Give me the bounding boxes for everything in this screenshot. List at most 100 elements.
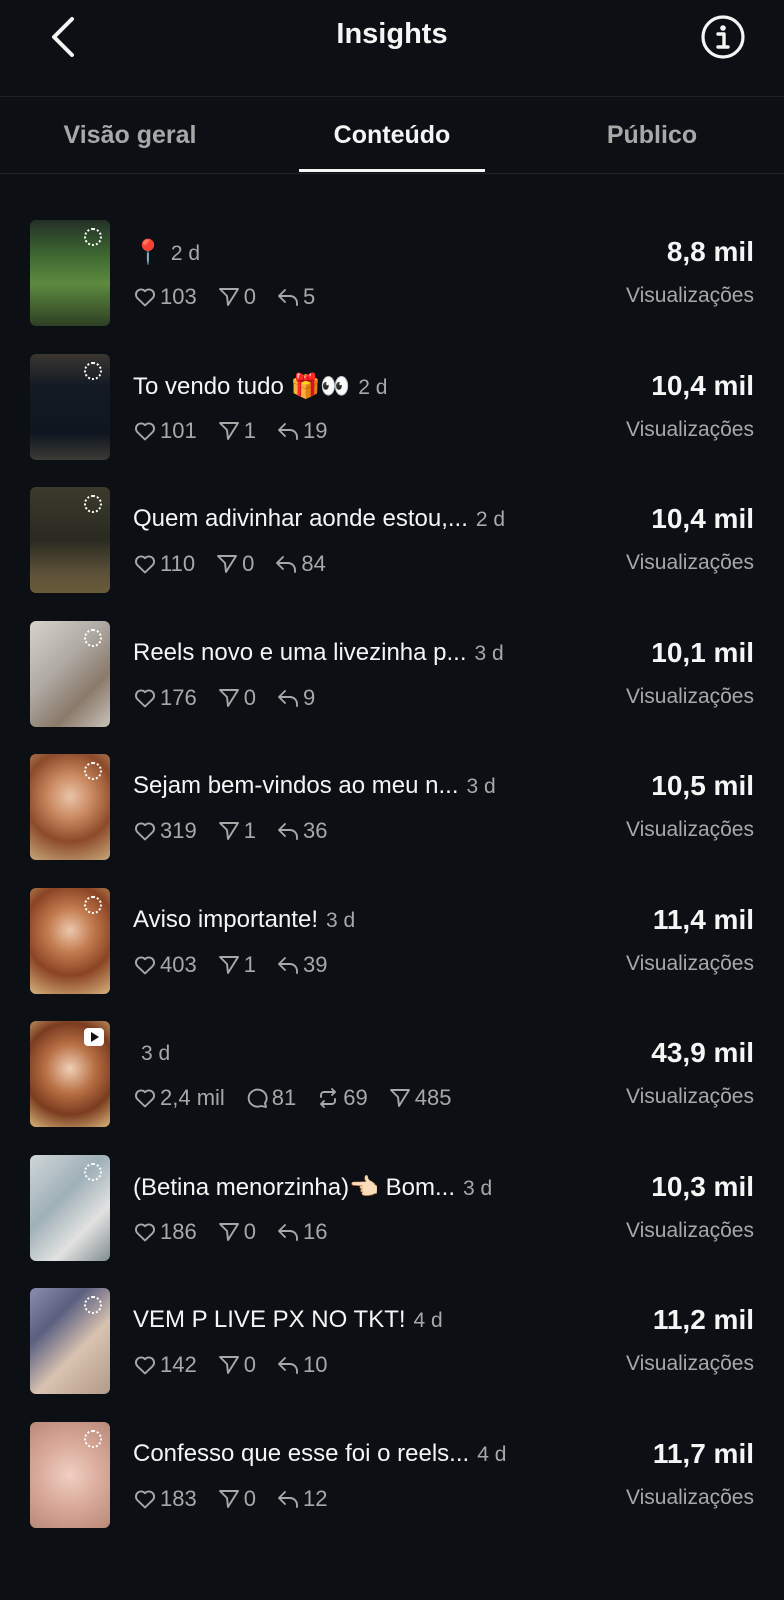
post-row[interactable]: To vendo tudo 🎁👀 2 d 101 1 19 10,4 mil Visuali… xyxy=(0,353,784,490)
send-icon xyxy=(218,688,239,707)
heart-icon xyxy=(135,1356,155,1375)
post-caption-line: Confesso que esse foi o reels... 4 d xyxy=(133,1440,563,1468)
post-row[interactable]: Aviso importante! 3 d 403 1 39 11,4 mil Visual… xyxy=(0,887,784,1024)
send-icon xyxy=(217,555,238,573)
post-thumbnail[interactable] xyxy=(30,754,110,860)
story-icon xyxy=(84,495,102,513)
story-icon xyxy=(84,1296,102,1314)
reposts-stat: 69 xyxy=(316,1085,368,1111)
post-thumbnail[interactable] xyxy=(30,887,110,994)
views-label: Visualizações xyxy=(625,1085,754,1108)
heart-icon xyxy=(135,555,155,574)
story-icon xyxy=(84,1429,102,1448)
post-row[interactable]: Quem adivinhar aonde estou,... 2 d 110 0 84 1… xyxy=(0,487,784,623)
replies-stat: 12 xyxy=(276,1486,327,1512)
heart-icon xyxy=(135,288,155,307)
tab-content[interactable]: Conteúdo xyxy=(292,97,492,173)
post-thumbnail[interactable] xyxy=(30,1288,110,1394)
replies-stat-value: 39 xyxy=(302,951,328,977)
post-caption: (Betina menorzinha)👈🏻 Bom... xyxy=(133,1173,456,1201)
likes-stat: 319 xyxy=(133,818,197,844)
post-caption: Aviso importante! xyxy=(133,905,318,933)
post-thumbnail[interactable] xyxy=(30,487,110,593)
likes-stat-value: 101 xyxy=(160,417,197,443)
reel-icon xyxy=(84,1028,104,1046)
tab-bar: Visão geral Conteúdo Público xyxy=(0,97,784,174)
views-count: 11,7 mil xyxy=(652,1437,754,1469)
post-age: 3 d xyxy=(466,775,496,798)
shares-stat: 1 xyxy=(217,952,256,978)
post-age: 2 d xyxy=(475,508,506,531)
likes-stat: 186 xyxy=(133,1219,197,1245)
shares-stat-value: 1 xyxy=(243,417,256,443)
post-age: 3 d xyxy=(141,1042,171,1065)
likes-stat-value: 319 xyxy=(160,818,197,843)
shares-stat-value: 0 xyxy=(243,284,256,309)
reply-icon xyxy=(278,1490,298,1508)
likes-stat: 110 xyxy=(133,551,195,577)
post-stats: 403 1 39 xyxy=(133,952,347,978)
shares-stat: 1 xyxy=(217,818,256,844)
post-age: 4 d xyxy=(413,1309,443,1332)
views-label: Visualizações xyxy=(625,818,754,841)
views-count: 10,1 mil xyxy=(651,636,754,668)
shares-stat-value: 0 xyxy=(243,684,256,710)
views-count: 11,2 mil xyxy=(652,1304,754,1335)
post-stats: 319 1 36 xyxy=(133,818,347,844)
likes-stat: 176 xyxy=(133,685,197,711)
post-row[interactable]: Reels novo e uma livezinha p... 3 d 176 0 9 1… xyxy=(0,620,784,757)
post-caption-line: (Betina menorzinha)👈🏻 Bom... 3 d xyxy=(133,1173,563,1202)
post-thumbnail[interactable] xyxy=(30,620,110,727)
likes-stat-value: 103 xyxy=(160,284,197,309)
post-thumbnail[interactable] xyxy=(30,1021,110,1127)
tab-audience[interactable]: Público xyxy=(552,97,752,173)
heart-icon xyxy=(135,822,155,841)
reply-icon xyxy=(278,289,298,306)
likes-stat-value: 183 xyxy=(160,1485,197,1511)
likes-stat: 403 xyxy=(133,952,197,978)
post-caption: Quem adivinhar aonde estou,... xyxy=(133,505,468,532)
post-row[interactable]: 3 d 2,4 mil 81 69 485 43,9 mil Visualizações xyxy=(0,1021,784,1157)
shares-stat: 0 xyxy=(217,1352,256,1378)
shares-stat-value: 1 xyxy=(243,951,256,977)
tab-overview[interactable]: Visão geral xyxy=(30,97,230,173)
post-stats: 183 0 12 xyxy=(133,1486,347,1512)
post-row[interactable]: Sejam bem-vindos ao meu n... 3 d 319 1 36 10,… xyxy=(0,754,784,890)
post-thumbnail[interactable] xyxy=(30,1154,110,1261)
views-label: Visualizações xyxy=(625,951,754,975)
views-count: 10,5 mil xyxy=(651,770,754,801)
comments-stat: 81 xyxy=(245,1085,296,1111)
shares-stat-value: 0 xyxy=(243,1218,256,1244)
shares-stat-value: 0 xyxy=(242,551,255,576)
likes-stat-value: 403 xyxy=(160,951,197,977)
post-stats: 101 1 19 xyxy=(133,418,347,444)
post-thumbnail[interactable] xyxy=(30,220,110,326)
shares-stat: 1 xyxy=(217,418,256,444)
views-label: Visualizações xyxy=(625,1218,754,1242)
heart-icon xyxy=(135,422,155,440)
shares-stat: 0 xyxy=(217,685,256,711)
post-row[interactable]: (Betina menorzinha)👈🏻 Bom... 3 d 186 0 16 10,… xyxy=(0,1154,784,1291)
content-list[interactable]: 📍 2 d 103 0 5 8,8 mil Visualizações To vendo tu… xyxy=(0,174,784,1536)
info-button[interactable] xyxy=(700,14,746,60)
post-stats: 142 0 10 xyxy=(133,1352,347,1378)
post-stats: 176 0 9 xyxy=(133,685,335,711)
views-count: 10,4 mil xyxy=(651,503,754,534)
post-row[interactable]: Confesso que esse foi o reels... 4 d 183 0 1… xyxy=(0,1421,784,1537)
views-label: Visualizações xyxy=(625,417,754,441)
post-caption-line: 3 d xyxy=(133,1039,563,1067)
views-label: Visualizações xyxy=(625,1485,754,1509)
post-caption-line: Sejam bem-vindos ao meu n... 3 d xyxy=(133,772,563,800)
send-icon xyxy=(218,1222,239,1241)
post-row[interactable]: 📍 2 d 103 0 5 8,8 mil Visualizações xyxy=(0,220,784,356)
replies-stat-value: 12 xyxy=(302,1485,328,1511)
post-stats: 103 0 5 xyxy=(133,284,335,310)
post-thumbnail[interactable] xyxy=(30,1421,110,1528)
likes-stat-value: 110 xyxy=(160,551,196,576)
post-row[interactable]: VEM P LIVE PX NO TKT! 4 d 142 0 10 11,2 mil Vi… xyxy=(0,1288,784,1424)
page-title: Insights xyxy=(336,18,448,50)
shares-stat: 0 xyxy=(217,1486,256,1512)
post-thumbnail[interactable] xyxy=(30,353,110,460)
post-caption-line: Aviso importante! 3 d xyxy=(133,906,563,934)
reply-icon xyxy=(278,689,298,707)
